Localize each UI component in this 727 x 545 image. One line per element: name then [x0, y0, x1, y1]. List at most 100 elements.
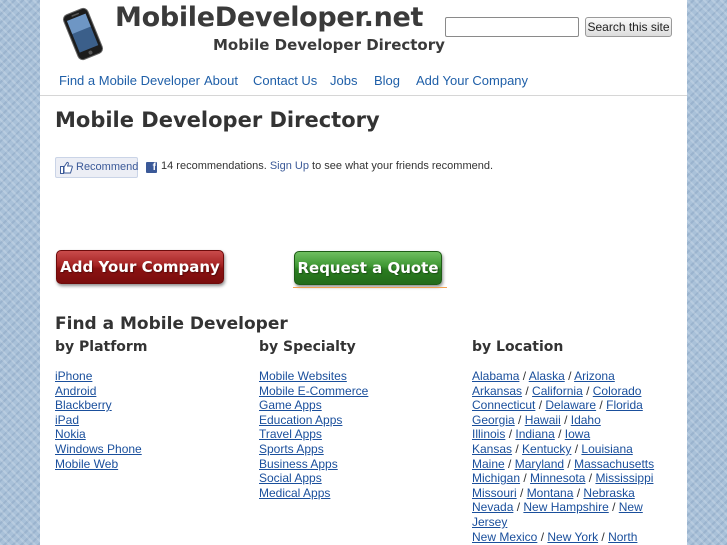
location-link-illinois[interactable]: Illinois	[472, 427, 505, 441]
list-item: Education Apps	[259, 413, 368, 428]
location-link-nevada[interactable]: Nevada	[472, 500, 513, 514]
location-line: Arkansas / California / Colorado	[472, 384, 662, 399]
location-link-jersey[interactable]: Jersey	[472, 515, 507, 529]
location-link-massachusetts[interactable]: Massachusetts	[574, 457, 654, 471]
list-item: Business Apps	[259, 457, 368, 472]
location-link-delaware[interactable]: Delaware	[545, 398, 596, 412]
list-item: Sports Apps	[259, 442, 368, 457]
separator: /	[598, 529, 609, 544]
specialty-link-mobile-websites[interactable]: Mobile Websites	[259, 369, 347, 383]
specialty-link-mobile-e-commerce[interactable]: Mobile E-Commerce	[259, 384, 368, 398]
location-link-hawaii[interactable]: Hawaii	[525, 413, 561, 427]
page-title: Mobile Developer Directory	[55, 108, 380, 132]
separator: /	[512, 441, 523, 456]
site-logo-title[interactable]: MobileDeveloper.net	[115, 2, 423, 33]
location-list: Alabama / Alaska / Arizona Arkansas / Cal…	[472, 369, 662, 544]
platform-heading: by Platform	[55, 339, 148, 355]
location-link-alaska[interactable]: Alaska	[529, 369, 565, 383]
separator: /	[537, 529, 548, 544]
specialty-link-business-apps[interactable]: Business Apps	[259, 457, 338, 471]
separator: /	[522, 383, 533, 398]
specialty-link-game-apps[interactable]: Game Apps	[259, 398, 322, 412]
location-line: Maine / Maryland / Massachusetts	[472, 457, 662, 472]
platform-link-windows-phone[interactable]: Windows Phone	[55, 442, 142, 456]
separator: /	[608, 500, 619, 515]
separator: /	[560, 412, 571, 427]
list-item: Windows Phone	[55, 442, 142, 457]
recommend-button[interactable]: Recommend	[55, 157, 138, 178]
location-link-georgia[interactable]: Georgia	[472, 413, 515, 427]
specialty-link-sports-apps[interactable]: Sports Apps	[259, 442, 324, 456]
location-link-colorado[interactable]: Colorado	[593, 384, 642, 398]
location-link-new-hampshire[interactable]: New Hampshire	[523, 500, 608, 514]
specialty-link-social-apps[interactable]: Social Apps	[259, 471, 322, 485]
specialty-link-medical-apps[interactable]: Medical Apps	[259, 486, 330, 500]
location-line: Nevada / New Hampshire / New	[472, 500, 662, 515]
specialty-list: Mobile Websites Mobile E-Commerce Game App…	[259, 369, 368, 500]
search-input[interactable]	[445, 17, 579, 37]
nav-blog[interactable]: Blog	[374, 73, 400, 88]
location-link-iowa[interactable]: Iowa	[565, 427, 590, 441]
location-link-missouri[interactable]: Missouri	[472, 486, 517, 500]
location-line: Connecticut / Delaware / Florida	[472, 398, 662, 413]
list-item: iPhone	[55, 369, 142, 384]
location-link-kansas[interactable]: Kansas	[472, 442, 512, 456]
location-link-indiana[interactable]: Indiana	[515, 427, 554, 441]
separator: /	[596, 398, 607, 413]
location-link-new-mexico[interactable]: New Mexico	[472, 530, 537, 544]
specialty-link-education-apps[interactable]: Education Apps	[259, 413, 342, 427]
platform-link-ipad[interactable]: iPad	[55, 413, 79, 427]
add-your-company-button[interactable]: Add Your Company	[56, 250, 224, 284]
location-link-florida[interactable]: Florida	[606, 398, 643, 412]
quote-underline-divider	[293, 287, 447, 288]
platform-link-mobile-web[interactable]: Mobile Web	[55, 457, 118, 471]
list-item: Travel Apps	[259, 427, 368, 442]
platform-link-iphone[interactable]: iPhone	[55, 369, 92, 383]
location-link-kentucky[interactable]: Kentucky	[522, 442, 571, 456]
platform-link-nokia[interactable]: Nokia	[55, 427, 86, 441]
location-link-new[interactable]: New	[619, 500, 643, 514]
recommend-suffix: to see what your friends recommend.	[312, 160, 494, 172]
platform-link-android[interactable]: Android	[55, 384, 96, 398]
location-link-arkansas[interactable]: Arkansas	[472, 384, 522, 398]
location-link-michigan[interactable]: Michigan	[472, 471, 520, 485]
request-a-quote-button[interactable]: Request a Quote	[294, 251, 442, 285]
thumbs-up-icon	[60, 161, 73, 174]
search-button[interactable]: Search this site	[585, 17, 672, 37]
location-link-louisiana[interactable]: Louisiana	[581, 442, 632, 456]
location-link-mississippi[interactable]: Mississippi	[595, 471, 653, 485]
location-link-montana[interactable]: Montana	[527, 486, 574, 500]
specialty-heading: by Specialty	[259, 339, 356, 355]
location-link-north[interactable]: North	[608, 530, 637, 544]
nav-about[interactable]: About	[204, 73, 238, 88]
facebook-icon: f	[146, 162, 157, 173]
location-link-minnesota[interactable]: Minnesota	[530, 471, 585, 485]
location-link-maryland[interactable]: Maryland	[515, 457, 564, 471]
signup-link[interactable]: Sign Up	[270, 160, 309, 172]
separator: /	[520, 471, 531, 486]
location-line: Michigan / Minnesota / Mississippi	[472, 471, 662, 486]
site-tagline: Mobile Developer Directory	[213, 36, 445, 54]
specialty-link-travel-apps[interactable]: Travel Apps	[259, 427, 322, 441]
location-link-new-york[interactable]: New York	[547, 530, 598, 544]
location-line: Georgia / Hawaii / Idaho	[472, 413, 662, 428]
location-link-alabama[interactable]: Alabama	[472, 369, 519, 383]
separator: /	[564, 456, 575, 471]
list-item: Android	[55, 384, 142, 399]
nav-find-developer[interactable]: Find a Mobile Developer	[59, 73, 200, 88]
location-link-connecticut[interactable]: Connecticut	[472, 398, 535, 412]
separator: /	[505, 427, 516, 442]
location-line: Illinois / Indiana / Iowa	[472, 427, 662, 442]
location-link-arizona[interactable]: Arizona	[574, 369, 615, 383]
separator: /	[582, 383, 593, 398]
nav-add-company[interactable]: Add Your Company	[416, 73, 528, 88]
location-link-nebraska[interactable]: Nebraska	[583, 486, 634, 500]
location-link-idaho[interactable]: Idaho	[571, 413, 601, 427]
list-item: Social Apps	[259, 471, 368, 486]
location-link-california[interactable]: California	[532, 384, 583, 398]
platform-link-blackberry[interactable]: Blackberry	[55, 398, 112, 412]
nav-jobs[interactable]: Jobs	[330, 73, 357, 88]
nav-contact-us[interactable]: Contact Us	[253, 73, 317, 88]
location-link-maine[interactable]: Maine	[472, 457, 505, 471]
location-line: Jersey	[472, 515, 662, 530]
